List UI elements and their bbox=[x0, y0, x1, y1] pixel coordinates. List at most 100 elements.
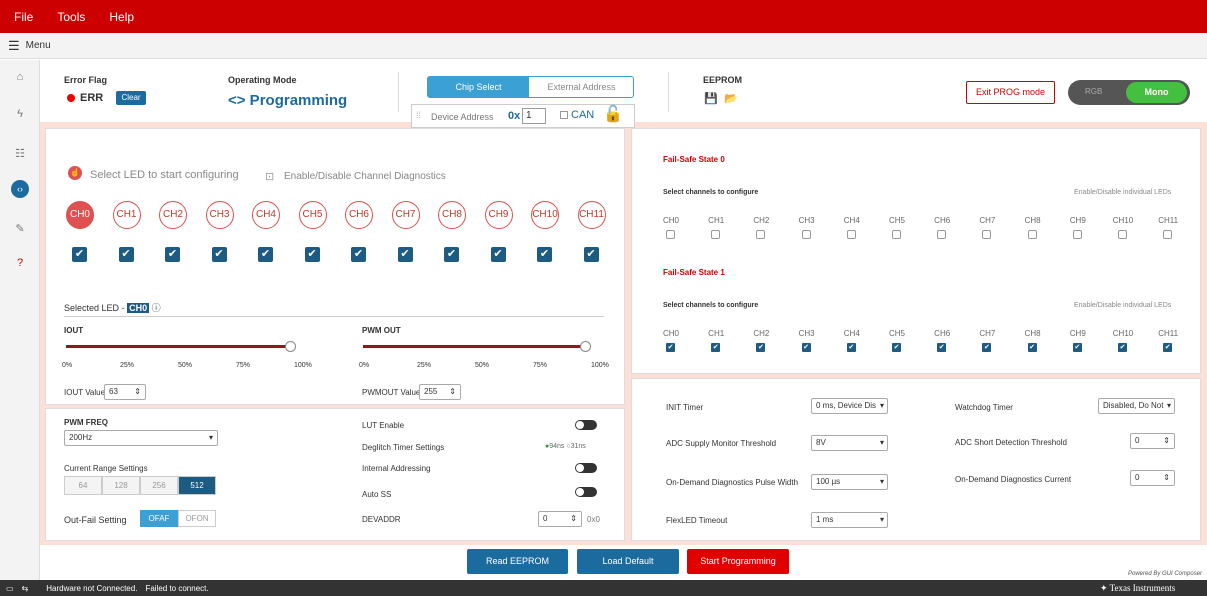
iout-slider-handle[interactable] bbox=[285, 341, 296, 352]
pwmout-slider-handle[interactable] bbox=[580, 341, 591, 352]
menu-file[interactable]: File bbox=[14, 10, 33, 24]
watchdog-select[interactable]: Disabled, Do Not ▾ bbox=[1098, 398, 1175, 414]
fs-channel-checkbox[interactable] bbox=[937, 230, 947, 239]
channel-checkbox[interactable]: ✔ bbox=[72, 247, 87, 262]
hamburger-icon[interactable]: ☰ bbox=[8, 38, 20, 54]
tab-external-address[interactable]: External Address bbox=[530, 77, 633, 97]
fs-channel-checkbox[interactable]: ✔ bbox=[982, 343, 992, 352]
window-icon[interactable]: ▭ bbox=[6, 584, 14, 593]
device-address-input[interactable]: 1 bbox=[522, 108, 546, 124]
pwmout-slider[interactable] bbox=[363, 345, 585, 348]
init-timer-select[interactable]: 0 ms, Device Dis ▾ bbox=[811, 398, 888, 414]
channel-chip-ch5[interactable]: CH5 bbox=[298, 201, 327, 229]
channel-chip-ch9[interactable]: CH9 bbox=[484, 201, 513, 229]
fs-channel-checkbox[interactable] bbox=[1072, 230, 1082, 239]
fs-channel-checkbox[interactable] bbox=[756, 230, 766, 239]
channel-checkbox[interactable]: ✔ bbox=[351, 247, 366, 262]
channel-chip-ch1[interactable]: CH1 bbox=[112, 201, 141, 229]
fs-channel-checkbox[interactable]: ✔ bbox=[937, 343, 947, 352]
fs-channel-checkbox[interactable]: ✔ bbox=[1163, 343, 1173, 352]
unlock-icon[interactable]: 🔓 bbox=[603, 104, 623, 124]
flash-icon[interactable]: ϟ bbox=[11, 105, 29, 123]
channel-chip-ch8[interactable]: CH8 bbox=[438, 201, 466, 229]
adc-short-input[interactable]: 0 ⇕ bbox=[1130, 433, 1175, 449]
flexled-select[interactable]: 1 ms ▾ bbox=[811, 512, 888, 528]
channel-chip-ch3[interactable]: CH3 bbox=[205, 201, 234, 229]
fs-channel-checkbox[interactable] bbox=[666, 230, 675, 239]
range-option-256[interactable]: 256 bbox=[140, 476, 178, 495]
channel-chip-ch10[interactable]: CH10 bbox=[531, 201, 559, 229]
channel-checkbox[interactable]: ✔ bbox=[211, 247, 227, 262]
range-option-64[interactable]: 64 bbox=[64, 476, 102, 495]
auto-ss-toggle[interactable] bbox=[575, 487, 597, 497]
adc-supply-select[interactable]: 8V ▾ bbox=[811, 435, 888, 451]
channel-checkbox[interactable]: ✔ bbox=[304, 247, 320, 262]
channel-checkbox[interactable]: ✔ bbox=[444, 247, 459, 262]
channel-checkbox[interactable]: ✔ bbox=[118, 247, 134, 262]
menu-label[interactable]: Menu bbox=[26, 40, 51, 51]
fs-channel-checkbox[interactable]: ✔ bbox=[1118, 343, 1127, 352]
pencil-icon[interactable]: ✎ bbox=[11, 220, 29, 238]
load-default-button[interactable]: Load Default bbox=[577, 549, 679, 574]
read-eeprom-button[interactable]: Read EEPROM bbox=[467, 549, 568, 574]
can-checkbox[interactable] bbox=[560, 111, 568, 119]
channel-checkbox[interactable]: ✔ bbox=[397, 247, 413, 262]
ofon-option[interactable]: OFON bbox=[178, 510, 216, 527]
fs-channel-checkbox[interactable] bbox=[846, 230, 856, 239]
fs-channel-checkbox[interactable]: ✔ bbox=[846, 343, 856, 352]
pulse-width-select[interactable]: 100 µs ▾ bbox=[811, 474, 888, 490]
fs-channel-checkbox[interactable] bbox=[892, 230, 901, 239]
clear-button[interactable]: Clear bbox=[116, 91, 146, 105]
fs-channel-checkbox[interactable] bbox=[1163, 230, 1173, 239]
menu-tools[interactable]: Tools bbox=[57, 10, 85, 24]
channel-checkbox[interactable]: ✔ bbox=[165, 247, 180, 262]
deglitch-31ns[interactable]: 31ns bbox=[571, 443, 586, 450]
channel-chip-ch0[interactable]: CH0 bbox=[66, 201, 94, 229]
range-option-512[interactable]: 512 bbox=[178, 476, 216, 495]
code-icon[interactable]: ‹› bbox=[11, 180, 29, 198]
channel-chip-ch4[interactable]: CH4 bbox=[252, 201, 280, 229]
channel-checkbox[interactable]: ✔ bbox=[490, 247, 506, 262]
fs-channel-checkbox[interactable]: ✔ bbox=[1072, 343, 1082, 352]
fs-channel-checkbox[interactable]: ✔ bbox=[1027, 343, 1037, 352]
pwm-freq-select[interactable]: 200Hz ▾ bbox=[64, 430, 218, 446]
channel-chip-ch2[interactable]: CH2 bbox=[159, 201, 187, 229]
folder-open-icon[interactable]: 📂 bbox=[724, 92, 738, 105]
fs-channel-checkbox[interactable]: ✔ bbox=[801, 343, 811, 352]
pwmout-value-input[interactable]: 255 ⇕ bbox=[419, 384, 461, 400]
fs-channel-checkbox[interactable]: ✔ bbox=[756, 343, 766, 352]
channel-checkbox[interactable]: ✔ bbox=[583, 247, 599, 262]
devaddr-input[interactable]: 0 ⇕ bbox=[538, 511, 582, 527]
channel-chip-ch7[interactable]: CH7 bbox=[391, 201, 420, 229]
ofaf-option[interactable]: OFAF bbox=[140, 510, 178, 527]
range-option-128[interactable]: 128 bbox=[102, 476, 140, 495]
diag-current-input[interactable]: 0 ⇕ bbox=[1130, 470, 1175, 486]
deglitch-94ns[interactable]: 94ns bbox=[549, 443, 564, 450]
channel-checkbox[interactable]: ✔ bbox=[537, 247, 552, 262]
fs-channel-checkbox[interactable]: ✔ bbox=[666, 343, 675, 352]
fs-channel-checkbox[interactable] bbox=[1027, 230, 1037, 239]
fs-channel-checkbox[interactable] bbox=[1118, 230, 1127, 239]
channel-checkbox[interactable]: ✔ bbox=[258, 247, 273, 262]
start-programming-button[interactable]: Start Programming bbox=[687, 549, 789, 574]
channel-chip-ch11[interactable]: CH11 bbox=[577, 201, 606, 229]
lut-toggle[interactable] bbox=[575, 420, 597, 430]
exit-prog-button[interactable]: Exit PROG mode bbox=[966, 81, 1055, 104]
internal-addressing-toggle[interactable] bbox=[575, 463, 597, 473]
drag-handle-icon[interactable]: ⁞⁞ bbox=[416, 110, 421, 120]
channel-chip-ch6[interactable]: CH6 bbox=[345, 201, 373, 229]
fs-channel-checkbox[interactable]: ✔ bbox=[892, 343, 901, 352]
tab-chip-select[interactable]: Chip Select bbox=[428, 77, 529, 97]
fs-channel-checkbox[interactable] bbox=[982, 230, 992, 239]
connect-icon[interactable]: ⇆ bbox=[22, 584, 29, 593]
help-icon[interactable]: ? bbox=[11, 254, 29, 272]
fs-channel-checkbox[interactable] bbox=[711, 230, 721, 239]
fs-channel-checkbox[interactable]: ✔ bbox=[711, 343, 721, 352]
save-icon[interactable]: 💾 bbox=[704, 92, 718, 105]
iout-slider[interactable] bbox=[66, 345, 290, 348]
fs-channel-checkbox[interactable] bbox=[801, 230, 811, 239]
menu-help[interactable]: Help bbox=[109, 10, 134, 24]
iout-value-input[interactable]: 63 ⇕ bbox=[104, 384, 146, 400]
home-icon[interactable]: ⌂ bbox=[11, 68, 29, 86]
sliders-icon[interactable]: ☷ bbox=[11, 145, 29, 163]
